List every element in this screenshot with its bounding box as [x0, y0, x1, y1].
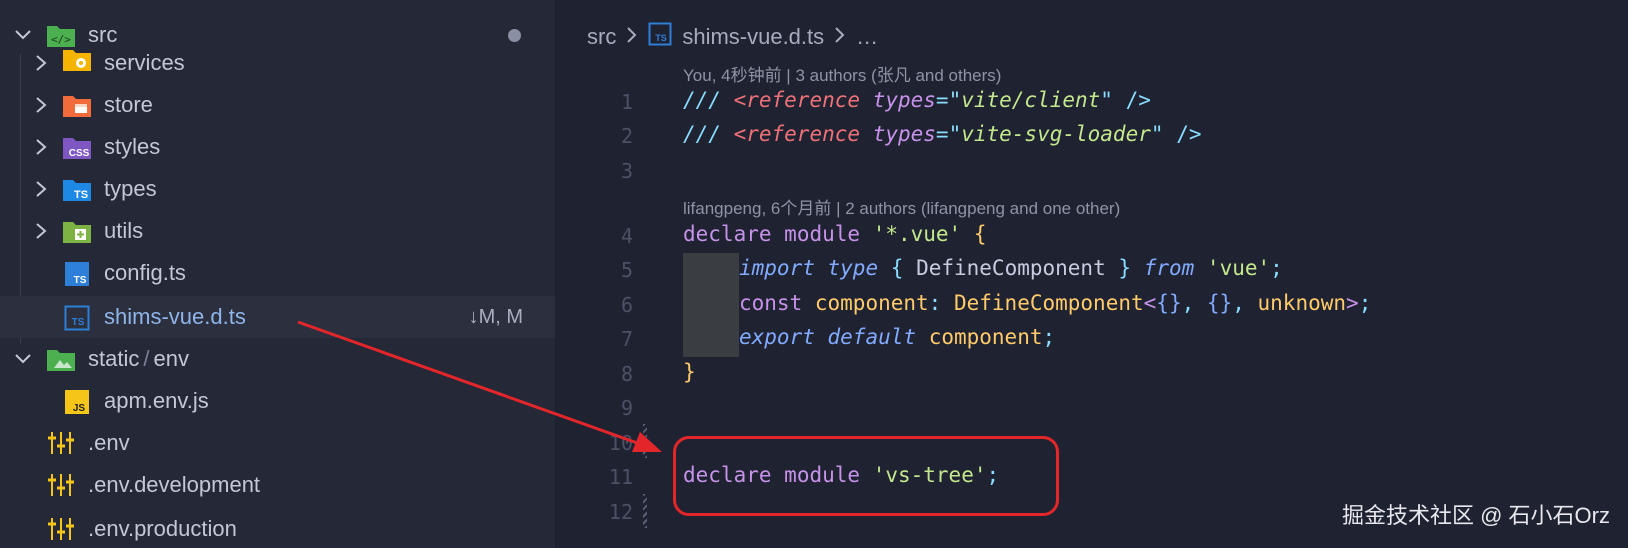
annotation-arrow: [297, 320, 662, 452]
